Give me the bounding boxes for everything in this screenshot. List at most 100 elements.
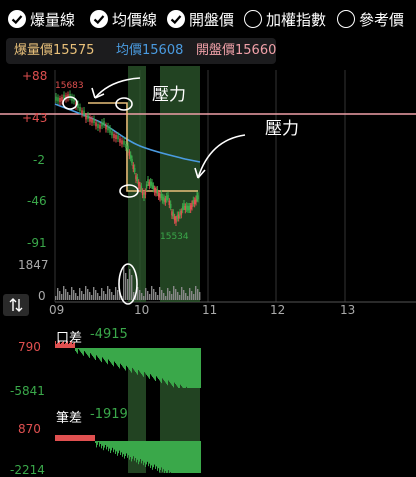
volume-bar xyxy=(81,291,83,300)
swap-vertical-icon[interactable] xyxy=(3,294,29,316)
count-bar xyxy=(77,435,78,441)
count-bar xyxy=(79,435,80,441)
spread-axis-top: 790 xyxy=(18,340,41,354)
count-bar xyxy=(165,441,166,471)
volume-bar xyxy=(71,287,73,300)
count-bar xyxy=(197,441,198,473)
count-bar xyxy=(60,435,61,441)
spread-bar xyxy=(100,348,101,361)
count-bar xyxy=(104,441,105,448)
count-bar xyxy=(144,441,145,463)
count-bar xyxy=(139,441,140,462)
volume-bar xyxy=(143,296,145,300)
spread-bar xyxy=(93,348,94,358)
count-bar xyxy=(116,441,117,452)
candle-body xyxy=(125,144,127,148)
count-bar xyxy=(96,441,97,448)
spread-bar xyxy=(163,348,164,380)
count-bar xyxy=(59,435,60,441)
volume-bar xyxy=(127,279,129,300)
spread-bar xyxy=(123,348,124,368)
count-bar xyxy=(101,441,102,449)
count-bar xyxy=(200,441,201,473)
count-bar xyxy=(127,441,128,458)
count-bar xyxy=(81,435,82,441)
time-tick: 13 xyxy=(340,303,356,317)
y-tick: +88 xyxy=(22,69,48,83)
candle-body xyxy=(107,126,109,131)
candle-body xyxy=(136,177,139,181)
candle-body xyxy=(111,131,113,136)
count-bar xyxy=(179,441,180,473)
time-tick: 11 xyxy=(202,303,218,317)
spread-bar xyxy=(183,348,184,388)
spread-bar xyxy=(187,348,188,388)
volume-bar xyxy=(159,287,161,300)
candle-body xyxy=(79,107,81,111)
count-bar xyxy=(154,441,155,465)
count-title: 筆差 xyxy=(56,411,83,426)
candle-body xyxy=(140,186,143,191)
volume-bar xyxy=(55,296,57,300)
spread-bar xyxy=(140,348,141,373)
volume-bar xyxy=(157,295,159,300)
volume-bar xyxy=(79,288,81,300)
spread-bar xyxy=(125,348,126,371)
spread-bar xyxy=(168,348,169,381)
volume-bar xyxy=(67,292,69,300)
count-bar xyxy=(153,441,154,468)
candle-body xyxy=(101,122,103,127)
spread-bar xyxy=(81,348,82,354)
candle-body xyxy=(129,154,132,159)
spread-bar xyxy=(122,348,123,367)
spread-bar xyxy=(195,348,196,388)
spread-bar xyxy=(110,348,111,363)
count-bar xyxy=(191,441,192,473)
spread-bar xyxy=(134,348,135,371)
count-bar xyxy=(100,441,101,444)
volume-bar xyxy=(139,290,141,300)
spread-value: -4915 xyxy=(90,327,128,342)
candle-body xyxy=(87,115,89,119)
count-bar xyxy=(151,441,152,466)
candle-body xyxy=(105,125,107,130)
volume-bar xyxy=(91,295,93,300)
spread-bar xyxy=(95,348,96,360)
candle-body xyxy=(167,195,169,199)
count-bar xyxy=(109,441,110,449)
count-bar xyxy=(177,441,178,473)
count-bar xyxy=(91,435,92,441)
count-bar xyxy=(158,441,159,469)
volume-bar xyxy=(99,296,101,300)
count-bar xyxy=(175,441,176,473)
count-bar xyxy=(68,435,69,441)
spread-bar xyxy=(171,348,172,385)
candle-body xyxy=(115,135,117,139)
volume-bar xyxy=(125,273,127,300)
spread-bar xyxy=(136,348,137,374)
spread-bar xyxy=(86,348,87,354)
count-bar xyxy=(164,441,165,473)
spread-bar xyxy=(129,348,130,370)
candle-body xyxy=(97,124,99,128)
candle-body xyxy=(175,218,177,223)
spread-bar xyxy=(188,348,189,388)
spread-bar xyxy=(130,348,131,372)
count-bar xyxy=(161,441,162,468)
arrow-icon xyxy=(91,87,105,99)
count-bar xyxy=(173,441,174,473)
volume-bar xyxy=(83,294,85,300)
spread-bar xyxy=(147,348,148,377)
count-bar xyxy=(166,441,167,473)
volume-bar xyxy=(87,289,89,300)
count-bar xyxy=(108,441,109,452)
candle-body xyxy=(99,124,101,129)
count-bar xyxy=(61,435,62,441)
count-bar xyxy=(195,441,196,473)
spread-bar xyxy=(162,348,163,379)
count-bar xyxy=(72,435,73,441)
spread-bar xyxy=(190,348,191,388)
count-bar xyxy=(125,441,126,456)
volume-bar xyxy=(193,294,195,300)
spread-bar xyxy=(96,348,97,356)
